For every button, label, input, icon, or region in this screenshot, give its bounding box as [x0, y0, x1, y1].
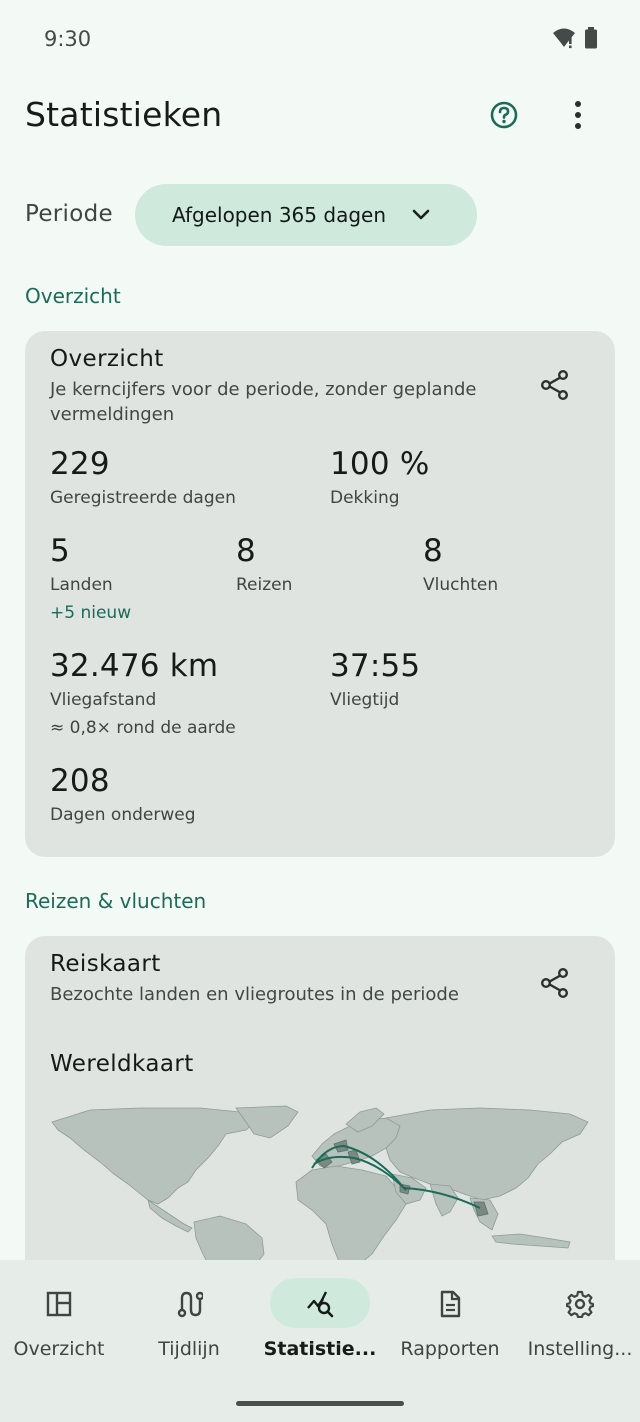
nav-item-settings[interactable]: Instelling...	[516, 1278, 640, 1388]
stat-value: 8	[423, 533, 443, 569]
period-row: Periode Afgelopen 365 dagen	[25, 184, 625, 246]
share-icon	[541, 968, 569, 999]
map-south-america	[193, 1215, 265, 1264]
stat-value: 100 %	[330, 446, 430, 482]
page-title: Statistieken	[25, 95, 223, 134]
stat-label: Vliegtijd	[330, 690, 400, 710]
route-icon	[177, 1291, 203, 1318]
nav-item-timeline[interactable]: Tijdlijn	[125, 1278, 253, 1388]
stat-label: Dekking	[330, 488, 400, 508]
stat-value: 37:55	[330, 648, 421, 684]
overview-card-subtitle: Je kerncijfers voor de periode, zonder g…	[50, 379, 477, 425]
stat-registered-days: 229 Geregistreerde dagen	[50, 446, 236, 508]
nav-item-overview[interactable]: Overzicht	[0, 1278, 123, 1388]
share-icon	[541, 370, 569, 401]
stat-value: 208	[50, 763, 110, 799]
battery-icon	[585, 27, 597, 49]
help-button[interactable]	[482, 93, 526, 137]
stat-note-new-countries: +5 nieuw	[50, 603, 132, 623]
chevron-down-icon	[412, 209, 430, 220]
stat-label: Reizen	[236, 575, 293, 595]
stat-label: Geregistreerde dagen	[50, 488, 236, 508]
stat-label: Dagen onderweg	[50, 805, 196, 825]
share-map-button[interactable]	[535, 963, 575, 1003]
stat-coverage: 100 % Dekking	[330, 446, 429, 508]
stat-value: 229	[50, 446, 110, 482]
help-icon	[490, 101, 518, 129]
map-indonesia	[491, 1233, 571, 1249]
more-options-button[interactable]	[556, 93, 600, 137]
period-label: Periode	[25, 201, 113, 227]
nav-label: Statistie...	[263, 1338, 377, 1360]
share-overview-button[interactable]	[535, 365, 575, 405]
map-africa	[295, 1165, 407, 1264]
section-title-overview: Overzicht	[25, 284, 121, 308]
period-dropdown[interactable]: Afgelopen 365 dagen	[135, 184, 477, 246]
stat-trips: 8 Reizen	[236, 533, 292, 595]
overview-card-title: Overzicht	[50, 346, 164, 372]
nav-label: Overzicht	[13, 1338, 105, 1360]
nav-label: Rapporten	[400, 1338, 500, 1360]
description-icon	[440, 1290, 461, 1318]
top-app-bar: Statistieken	[0, 78, 640, 158]
home-indicator[interactable]	[236, 1401, 404, 1406]
nav-item-statistics[interactable]: Statistie...	[256, 1278, 384, 1388]
nav-label: Tijdlijn	[158, 1338, 220, 1360]
stat-flight-time: 37:55 Vliegtijd	[330, 648, 420, 710]
map-central-america	[147, 1199, 193, 1233]
stat-label: Landen	[50, 575, 113, 595]
stat-countries: 5 Landen +5 nieuw	[50, 533, 131, 623]
period-selected-value: Afgelopen 365 dagen	[172, 203, 386, 227]
query-stats-icon	[307, 1291, 334, 1318]
stat-value: 5	[50, 533, 70, 569]
stat-value: 32.476 km	[50, 648, 219, 684]
more-vert-icon	[575, 101, 581, 129]
section-title-trips: Reizen & vluchten	[25, 889, 207, 913]
nav-label: Instelling...	[527, 1338, 633, 1360]
bottom-navigation: Overzicht Tijdlijn Statistie... Rapporte…	[0, 1260, 640, 1422]
world-map[interactable]	[50, 1104, 590, 1264]
map-north-america	[51, 1107, 261, 1205]
stat-days-travelling: 208 Dagen onderweg	[50, 763, 196, 825]
stat-value: 8	[236, 533, 256, 569]
settings-icon	[566, 1290, 594, 1318]
stat-flight-distance: 32.476 km Vliegafstand ≈ 0,8× rond de aa…	[50, 648, 236, 738]
overview-card: Overzicht Je kerncijfers voor de periode…	[25, 331, 615, 857]
status-bar: 9:30	[0, 0, 640, 78]
travel-map-card-title: Reiskaart	[50, 951, 161, 977]
stat-note-earth-laps: ≈ 0,8× rond de aarde	[50, 718, 236, 738]
status-icons	[552, 27, 598, 49]
status-time: 9:30	[44, 27, 92, 51]
nav-item-reports[interactable]: Rapporten	[386, 1278, 514, 1388]
stat-flights: 8 Vluchten	[423, 533, 498, 595]
world-map-heading: Wereldkaart	[50, 1051, 194, 1077]
stat-label: Vluchten	[423, 575, 499, 595]
wifi-alert-icon	[553, 28, 575, 49]
stat-label: Vliegafstand	[50, 690, 157, 710]
travel-map-card-subtitle: Bezochte landen en vliegroutes in de per…	[50, 984, 459, 1005]
dashboard-icon	[46, 1291, 72, 1317]
